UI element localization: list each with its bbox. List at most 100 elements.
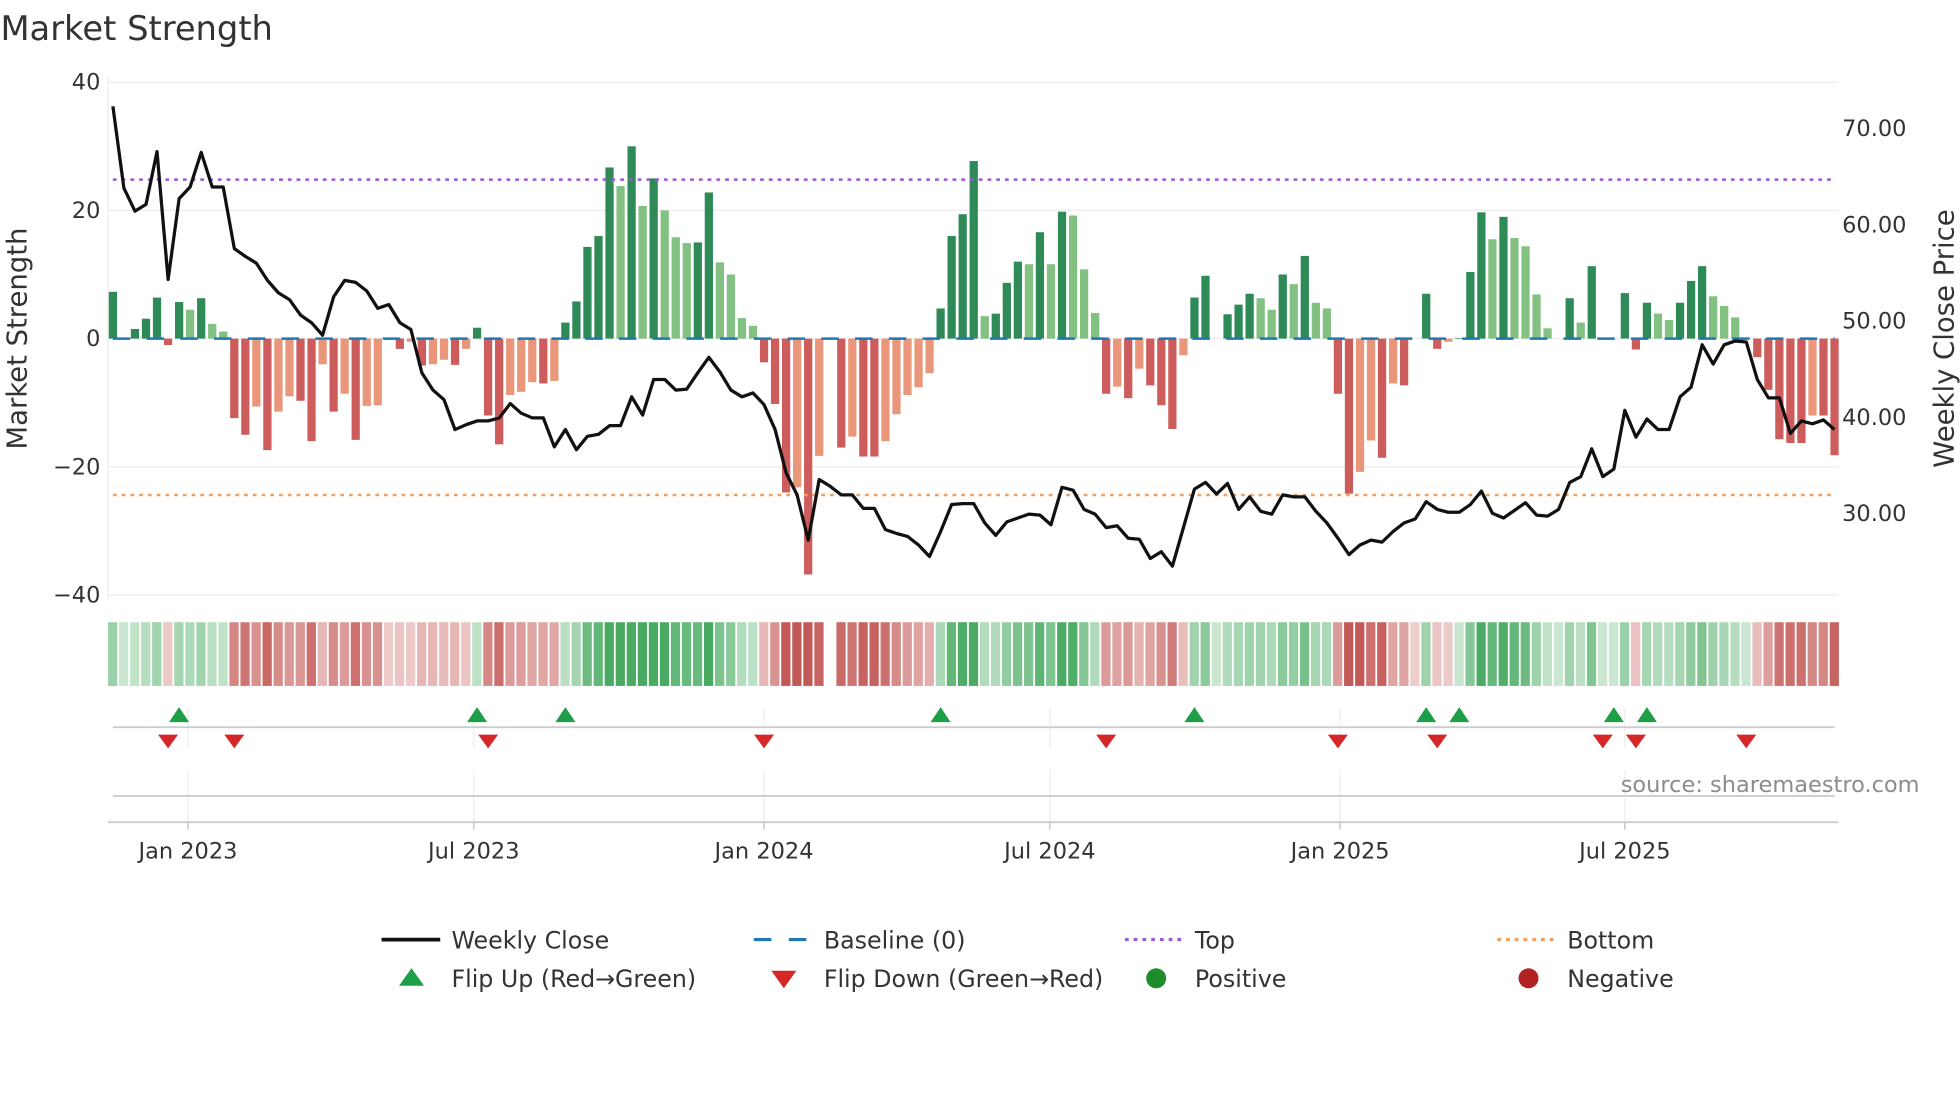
strip-cell xyxy=(1608,622,1619,686)
strip-cell xyxy=(372,622,383,686)
strip-cell xyxy=(328,622,338,686)
strength-bar xyxy=(108,291,118,339)
strength-bar xyxy=(1620,293,1629,339)
y-tick-label: 40 xyxy=(72,70,101,96)
strip-cell xyxy=(946,622,957,686)
strip-cell xyxy=(957,622,968,686)
strip-cell xyxy=(1807,622,1817,686)
strip-cell xyxy=(1366,622,1376,686)
strength-bar xyxy=(870,338,879,457)
strip-cell xyxy=(770,622,780,686)
strength-bar xyxy=(1653,313,1663,339)
strip-cell xyxy=(924,622,934,686)
flip-up-marker xyxy=(467,707,488,723)
strength-bar xyxy=(1764,338,1773,390)
strength-bar xyxy=(296,338,305,401)
strip-cell xyxy=(1222,622,1232,686)
strength-bar xyxy=(163,338,173,346)
strength-bar xyxy=(693,242,702,339)
strength-bar xyxy=(958,214,967,339)
strip-cell xyxy=(1498,622,1508,686)
strip-cell xyxy=(1619,622,1630,686)
strength-bar xyxy=(1819,338,1828,416)
strip-cell xyxy=(494,622,504,686)
strip-cell xyxy=(913,622,923,686)
flip-up-marker xyxy=(555,707,576,723)
strength-bar xyxy=(1686,280,1696,339)
strip-cell xyxy=(1024,622,1034,686)
strip-cell xyxy=(119,622,129,686)
strength-bar xyxy=(737,318,747,339)
strip-cell xyxy=(1763,622,1773,686)
flip-up-marker xyxy=(930,707,951,723)
strip-cell xyxy=(394,622,405,686)
strength-bar xyxy=(539,338,548,384)
strength-bar xyxy=(1466,271,1475,339)
strip-cell xyxy=(262,622,272,686)
strip-cell xyxy=(1586,622,1597,686)
strip-cell xyxy=(1277,622,1288,686)
flip-down-marker xyxy=(158,734,179,749)
strip-cell xyxy=(979,622,990,686)
y2-tick-label: 50.00 xyxy=(1842,309,1906,335)
strip-cell xyxy=(715,622,725,686)
strength-bar xyxy=(815,338,824,456)
legend-triangle-up-icon xyxy=(399,968,425,986)
strength-bar xyxy=(1256,298,1265,339)
strip-cell xyxy=(626,622,636,686)
legend: Weekly Close Baseline (0) Top Bottom Flip Up… xyxy=(381,926,1674,993)
strength-bar xyxy=(726,274,736,339)
strength-bar xyxy=(517,338,526,392)
strength-bar xyxy=(616,186,625,339)
strip-cell xyxy=(1432,622,1442,686)
strength-bar xyxy=(770,338,780,404)
y2-axis-label: Weekly Close Price xyxy=(1928,209,1960,467)
strip-cell xyxy=(1178,622,1188,686)
strip-cell xyxy=(361,622,372,686)
strip-cell xyxy=(1410,622,1420,686)
chart-title: Market Strength xyxy=(0,9,272,48)
strip-cell xyxy=(130,622,140,686)
strip-cell xyxy=(207,622,217,686)
strip-cell xyxy=(1686,622,1696,686)
strip-cell xyxy=(1090,622,1100,686)
strip-cell xyxy=(196,622,206,686)
x-tick-label: Jul 2024 xyxy=(1002,838,1095,864)
strength-bar xyxy=(1808,338,1817,416)
strength-bar xyxy=(1035,232,1045,339)
strength-bar xyxy=(848,338,857,437)
flip-up-marker xyxy=(1449,707,1470,723)
strength-bar xyxy=(528,338,537,383)
strength-bar xyxy=(1565,298,1574,339)
strip-cell xyxy=(759,622,769,686)
strength-bar xyxy=(1422,293,1431,339)
strength-bar xyxy=(1477,212,1486,339)
strength-bar xyxy=(1201,275,1210,339)
strip-cell xyxy=(218,622,228,686)
strength-bar xyxy=(1278,274,1287,339)
strip-cell xyxy=(1476,622,1486,686)
x-tick-label: Jul 2025 xyxy=(1577,838,1670,864)
strip-cell xyxy=(1664,622,1674,686)
legend-item: Baseline (0) xyxy=(753,926,966,954)
strip-cell xyxy=(273,622,283,686)
strip-cell xyxy=(560,622,570,686)
strength-bar xyxy=(1697,266,1707,339)
strip-cell xyxy=(1255,622,1266,686)
strength-bar xyxy=(1664,320,1674,339)
strip-cell xyxy=(990,622,1001,686)
y-tick-label: −20 xyxy=(53,454,100,480)
strip-cell xyxy=(317,622,327,686)
strip-cell xyxy=(681,622,692,686)
strength-bar xyxy=(1576,322,1585,339)
strip-cell xyxy=(439,622,449,686)
strip-cell xyxy=(582,622,592,686)
strength-bar xyxy=(439,338,449,360)
strength-bar xyxy=(715,262,725,339)
strength-bar xyxy=(969,161,978,339)
strength-bar xyxy=(1157,338,1166,406)
strip-cell xyxy=(604,622,614,686)
strip-cell xyxy=(1421,622,1431,686)
strength-bar xyxy=(362,338,371,406)
legend-triangle-down-icon xyxy=(771,970,797,989)
